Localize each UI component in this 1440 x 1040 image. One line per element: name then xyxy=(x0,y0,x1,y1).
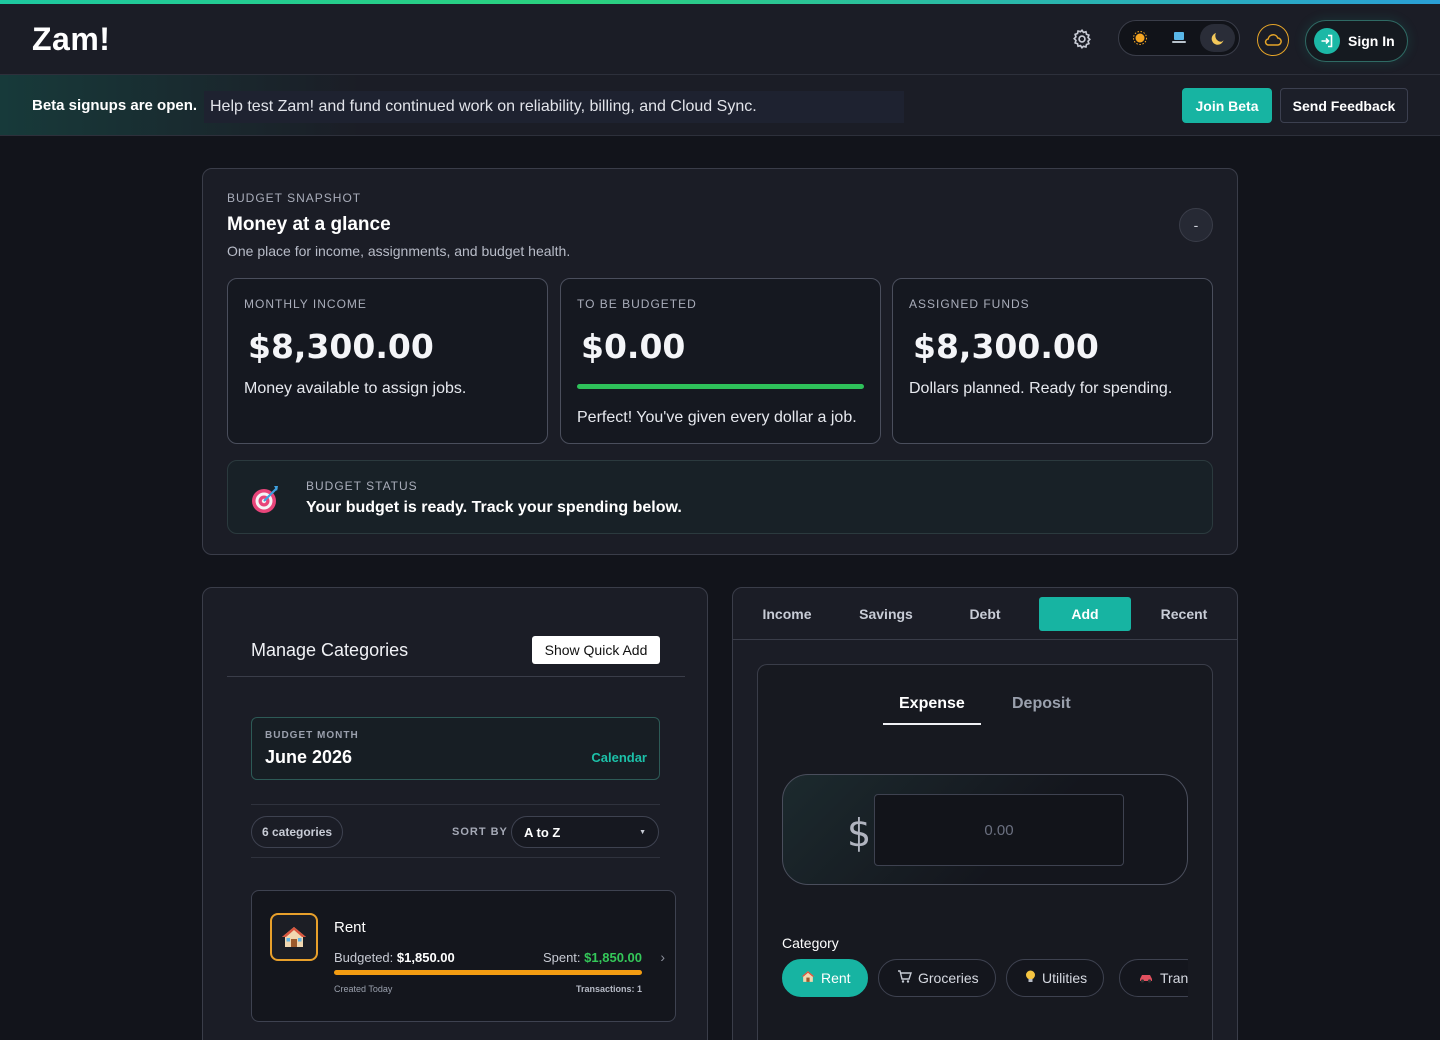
category-name: Rent xyxy=(334,919,366,936)
category-progress-bar xyxy=(334,970,642,975)
add-transaction-form: Expense Deposit $ Category Rent Grocerie… xyxy=(757,664,1213,1040)
snapshot-title: Money at a glance xyxy=(227,214,391,235)
category-chip-list: Rent Groceries Utilities Tran xyxy=(782,959,1188,999)
chevron-down-icon: ▼ xyxy=(639,828,646,836)
tab-income[interactable]: Income xyxy=(741,597,833,631)
beta-banner-message: Help test Zam! and fund continued work o… xyxy=(204,91,904,123)
spent-value: $1,850.00 xyxy=(584,950,642,965)
tab-add[interactable]: Add xyxy=(1039,597,1131,631)
target-icon xyxy=(250,483,282,515)
lightbulb-icon xyxy=(1025,970,1036,987)
assigned-funds-card: ASSIGNED FUNDS $8,300.00 Dollars planned… xyxy=(892,278,1213,444)
budgeted-value: $1,850.00 xyxy=(396,950,455,965)
card-note: Perfect! You've given every dollar a job… xyxy=(577,409,857,426)
beta-banner: Beta signups are open. Help test Zam! an… xyxy=(0,75,1440,136)
sort-row: 6 categories SORT BY A to Z ▼ xyxy=(251,804,660,858)
budgeted-label: Budgeted: xyxy=(334,950,394,965)
card-eyebrow: MONTHLY INCOME xyxy=(244,297,367,311)
chevron-right-icon[interactable]: › xyxy=(660,949,665,965)
category-created: Created Today xyxy=(334,984,393,994)
transaction-panel: Income Savings Debt Add Recent Expense D… xyxy=(732,587,1238,1040)
cart-icon xyxy=(897,970,912,986)
sort-by-label: SORT BY xyxy=(452,826,508,838)
category-chip-groceries[interactable]: Groceries xyxy=(878,959,996,997)
amount-input[interactable] xyxy=(874,794,1124,866)
to-be-budgeted-card: TO BE BUDGETED $0.00 Perfect! You've giv… xyxy=(560,278,881,444)
cloud-icon[interactable] xyxy=(1257,24,1289,56)
house-icon xyxy=(801,970,815,986)
subtab-expense[interactable]: Expense xyxy=(899,695,965,713)
category-chip-utilities[interactable]: Utilities xyxy=(1006,959,1105,997)
sort-select-value: A to Z xyxy=(524,824,561,840)
category-label: Category xyxy=(782,935,839,951)
amount-field-wrapper: $ xyxy=(782,774,1188,885)
category-chip-rent[interactable]: Rent xyxy=(782,959,868,997)
sun-icon[interactable] xyxy=(1123,24,1158,52)
tab-debt[interactable]: Debt xyxy=(939,597,1031,631)
spent-label: Spent: xyxy=(542,950,581,965)
chip-label: Rent xyxy=(821,970,851,986)
car-icon xyxy=(1138,970,1154,986)
category-count-badge: 6 categories xyxy=(251,816,344,848)
card-value: $8,300.00 xyxy=(248,327,434,366)
budget-status-banner: BUDGET STATUS Your budget is ready. Trac… xyxy=(227,460,1213,534)
beta-banner-title: Beta signups are open. xyxy=(32,97,198,114)
transaction-tabs: Income Savings Debt Add Recent xyxy=(733,588,1237,640)
gear-icon[interactable] xyxy=(1068,25,1096,53)
card-value: $0.00 xyxy=(581,327,686,366)
category-budgeted: Budgeted: $1,850.00 xyxy=(334,950,455,965)
month-eyebrow: BUDGET MONTH xyxy=(265,730,359,741)
moon-icon[interactable] xyxy=(1200,24,1236,52)
categories-title: Manage Categories xyxy=(251,640,409,660)
calendar-link[interactable]: Calendar xyxy=(591,750,647,765)
card-eyebrow: TO BE BUDGETED xyxy=(577,297,697,311)
snapshot-subtitle: One place for income, assignments, and b… xyxy=(227,243,571,259)
card-value: $8,300.00 xyxy=(913,327,1099,366)
tab-savings[interactable]: Savings xyxy=(840,597,932,631)
signin-label: Sign In xyxy=(1348,33,1395,49)
category-card-rent[interactable]: Rent Budgeted: $1,850.00 Spent: $1,850.0… xyxy=(251,890,676,1022)
manage-categories-panel: Manage Categories Show Quick Add BUDGET … xyxy=(202,587,708,1040)
join-beta-button[interactable]: Join Beta xyxy=(1182,88,1272,123)
card-note: Money available to assign jobs. xyxy=(244,380,467,397)
subtab-deposit[interactable]: Deposit xyxy=(1012,695,1071,713)
collapse-button[interactable]: - xyxy=(1179,208,1213,242)
budget-snapshot-panel: BUDGET SNAPSHOT Money at a glance One pl… xyxy=(202,168,1238,555)
divider xyxy=(227,676,685,677)
house-icon xyxy=(270,913,318,961)
monthly-income-card: MONTHLY INCOME $8,300.00 Money available… xyxy=(227,278,548,444)
budget-month-selector[interactable]: BUDGET MONTH June 2026 Calendar xyxy=(251,717,660,780)
snapshot-eyebrow: BUDGET SNAPSHOT xyxy=(227,191,362,205)
active-subtab-indicator xyxy=(883,723,981,725)
status-text: Your budget is ready. Track your spendin… xyxy=(306,499,682,516)
card-eyebrow: ASSIGNED FUNDS xyxy=(909,297,1030,311)
status-eyebrow: BUDGET STATUS xyxy=(306,479,418,493)
laptop-icon[interactable] xyxy=(1162,24,1197,52)
category-spent: Spent: $1,850.00 xyxy=(543,950,642,965)
category-transactions: Transactions: 1 xyxy=(575,984,642,994)
brand-logo[interactable]: Zam! xyxy=(32,21,110,58)
category-chip-transport[interactable]: Tran xyxy=(1119,959,1188,997)
chip-label: Utilities xyxy=(1042,970,1088,986)
signin-button[interactable]: Sign In xyxy=(1305,20,1408,62)
send-feedback-button[interactable]: Send Feedback xyxy=(1280,88,1408,123)
currency-symbol: $ xyxy=(847,811,872,855)
show-quick-add-button[interactable]: Show Quick Add xyxy=(532,636,660,664)
theme-toggle xyxy=(1118,20,1240,56)
month-value: June 2026 xyxy=(265,747,353,767)
app-header: Zam! Sign In xyxy=(0,4,1440,75)
budget-progress-bar xyxy=(577,384,864,389)
sort-select[interactable]: A to Z ▼ xyxy=(511,816,659,848)
login-arrow-icon xyxy=(1314,28,1340,54)
card-note: Dollars planned. Ready for spending. xyxy=(909,380,1173,397)
chip-label: Groceries xyxy=(918,970,979,986)
tab-recent[interactable]: Recent xyxy=(1138,597,1230,631)
chip-label: Tran xyxy=(1160,970,1188,986)
